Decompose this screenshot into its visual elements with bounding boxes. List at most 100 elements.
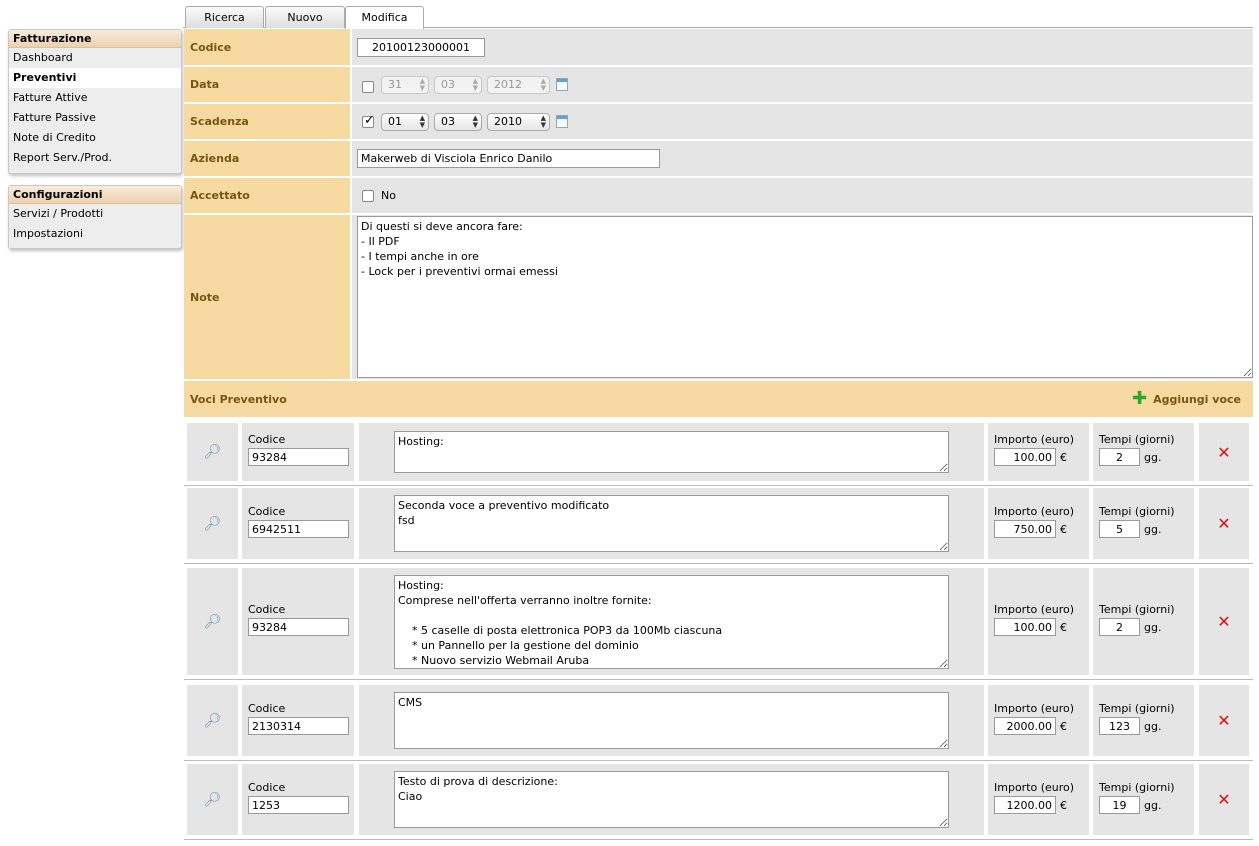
data-year-value: 2012 (494, 78, 522, 91)
voce-importo-input[interactable] (994, 796, 1056, 814)
voce-tempi-input[interactable] (1099, 796, 1140, 814)
voce-tempi-label: Tempi (giorni) (1099, 781, 1175, 794)
voce-tempi-label: Tempi (giorni) (1099, 702, 1175, 715)
voce-codice-label: Codice (248, 433, 286, 446)
tab-modifica[interactable]: Modifica (345, 6, 424, 29)
magnifier-icon[interactable]: 🔎︎ (204, 614, 222, 630)
scadenza-year-select[interactable]: 2010 ▲ ▼ (487, 112, 550, 131)
voce-codice-cell: Codice (242, 685, 354, 756)
voce-tempi-cell: Tempi (giorni) gg. (1093, 764, 1194, 835)
voce-search-cell: 🔎︎ (187, 764, 238, 835)
sidebar-configurazioni: Configurazioni Servizi / Prodotti Impost… (8, 185, 182, 249)
stepper-arrows-icon: ▲ ▼ (540, 76, 546, 92)
data-year-select[interactable]: 2012 ▲ ▼ (487, 75, 550, 94)
voce-tempi-cell: Tempi (giorni) gg. (1093, 685, 1194, 756)
voce-descrizione-textarea[interactable] (394, 692, 949, 749)
voce-importo-input[interactable] (994, 618, 1056, 636)
voce-delete-cell: ✕ (1199, 423, 1249, 481)
voce-codice-input[interactable] (248, 448, 349, 466)
voce-codice-input[interactable] (248, 796, 349, 814)
voce-importo-input[interactable] (994, 717, 1056, 735)
voce-importo-label: Importo (euro) (994, 603, 1075, 616)
calendar-icon[interactable] (556, 115, 568, 128)
data-month-select[interactable]: 03 ▲ ▼ (434, 75, 482, 94)
stepper-arrows-icon: ▲ ▼ (540, 113, 546, 129)
magnifier-icon[interactable]: 🔎︎ (204, 792, 222, 808)
scadenza-day-select[interactable]: 01 ▲ ▼ (381, 112, 429, 131)
delete-icon[interactable]: ✕ (1217, 711, 1230, 730)
voce-delete-cell: ✕ (1199, 685, 1249, 756)
voce-delete-cell: ✕ (1199, 488, 1249, 559)
scadenza-month-value: 03 (441, 115, 455, 128)
stepper-arrows-icon: ▲ ▼ (472, 76, 478, 92)
sidebar-item-preventivi[interactable]: Preventivi (9, 68, 181, 88)
note-label: Note (184, 215, 350, 379)
delete-icon[interactable]: ✕ (1217, 612, 1230, 631)
voce-descrizione-textarea[interactable] (394, 575, 949, 669)
voce-tempi-input[interactable] (1099, 448, 1140, 466)
delete-icon[interactable]: ✕ (1217, 514, 1230, 533)
magnifier-icon[interactable]: 🔎︎ (204, 444, 222, 460)
tab-nuovo[interactable]: Nuovo (265, 6, 345, 28)
voce-tempi-cell: Tempi (giorni) gg. (1093, 488, 1194, 559)
voce-codice-cell: Codice (242, 488, 354, 559)
sidebar-item-fatture-passive[interactable]: Fatture Passive (9, 108, 181, 128)
voce-codice-input[interactable] (248, 618, 349, 636)
voce-tempi-input[interactable] (1099, 618, 1140, 636)
tab-ricerca[interactable]: Ricerca (185, 6, 264, 28)
stepper-arrows-icon: ▲ ▼ (419, 113, 425, 129)
voce-importo-input[interactable] (994, 448, 1056, 466)
voce-descrizione-cell (359, 568, 984, 675)
voce-descrizione-textarea[interactable] (394, 771, 949, 828)
accettato-checkbox[interactable] (362, 189, 374, 202)
delete-icon[interactable]: ✕ (1217, 790, 1230, 809)
voce-codice-input[interactable] (248, 717, 349, 735)
magnifier-icon[interactable]: 🔎︎ (204, 516, 222, 532)
data-day-value: 31 (388, 78, 402, 91)
voce-codice-label: Codice (248, 505, 286, 518)
voce-descrizione-cell (359, 685, 984, 756)
data-field-cell: 31 ▲ ▼ 03 ▲ ▼ 2012 ▲ ▼ (352, 67, 1253, 102)
voce-currency-label: € (1060, 620, 1067, 634)
data-checkbox[interactable] (362, 80, 374, 93)
sidebar-item-fatture-attive[interactable]: Fatture Attive (9, 88, 181, 108)
voce-descrizione-cell (359, 764, 984, 835)
sidebar-item-servizi-prodotti[interactable]: Servizi / Prodotti (9, 204, 181, 224)
sidebar-item-report[interactable]: Report Serv./Prod. (9, 148, 181, 168)
stepper-arrows-icon: ▲ ▼ (472, 113, 478, 129)
aggiungi-voce-label: Aggiungi voce (1153, 392, 1241, 406)
scadenza-day-value: 01 (388, 115, 402, 128)
accettato-option-label: No (381, 189, 396, 202)
voce-importo-label: Importo (euro) (994, 505, 1075, 518)
azienda-input[interactable] (357, 149, 660, 168)
calendar-icon[interactable] (556, 78, 568, 91)
voce-codice-label: Codice (248, 702, 286, 715)
voce-tempi-input[interactable] (1099, 717, 1140, 735)
codice-input[interactable] (357, 37, 485, 57)
voce-importo-cell: Importo (euro) € (988, 423, 1089, 481)
data-day-select[interactable]: 31 ▲ ▼ (381, 75, 429, 94)
note-textarea[interactable] (357, 216, 1253, 378)
voce-descrizione-textarea[interactable] (394, 495, 949, 552)
voce-importo-input[interactable] (994, 520, 1056, 538)
magnifier-icon[interactable]: 🔎︎ (204, 713, 222, 729)
voce-unit-label: gg. (1144, 522, 1162, 536)
sidebar-fatturazione: Fatturazione Dashboard Preventivi Fattur… (8, 29, 182, 174)
voce-row: 🔎︎ Codice Importo (euro) € Tempi (giorni) gg.… (184, 423, 1253, 486)
scadenza-month-select[interactable]: 03 ▲ ▼ (434, 112, 482, 131)
voce-tempi-cell: Tempi (giorni) gg. (1093, 568, 1194, 675)
delete-icon[interactable]: ✕ (1217, 443, 1230, 462)
sidebar-item-note-di-credito[interactable]: Note di Credito (9, 128, 181, 148)
aggiungi-voce-button[interactable]: ✚ Aggiungi voce (1132, 390, 1241, 408)
sidebar-item-dashboard[interactable]: Dashboard (9, 48, 181, 68)
scadenza-checkbox[interactable]: ✓ (362, 112, 375, 128)
voce-codice-input[interactable] (248, 520, 349, 538)
voce-codice-label: Codice (248, 781, 286, 794)
voce-tempi-label: Tempi (giorni) (1099, 603, 1175, 616)
sidebar-item-impostazioni[interactable]: Impostazioni (9, 224, 181, 244)
voce-search-cell: 🔎︎ (187, 685, 238, 756)
checkmark-icon: ✓ (364, 112, 375, 128)
accettato-field-cell: No (352, 178, 1253, 213)
voce-tempi-input[interactable] (1099, 520, 1140, 538)
voce-descrizione-textarea[interactable] (394, 431, 949, 473)
